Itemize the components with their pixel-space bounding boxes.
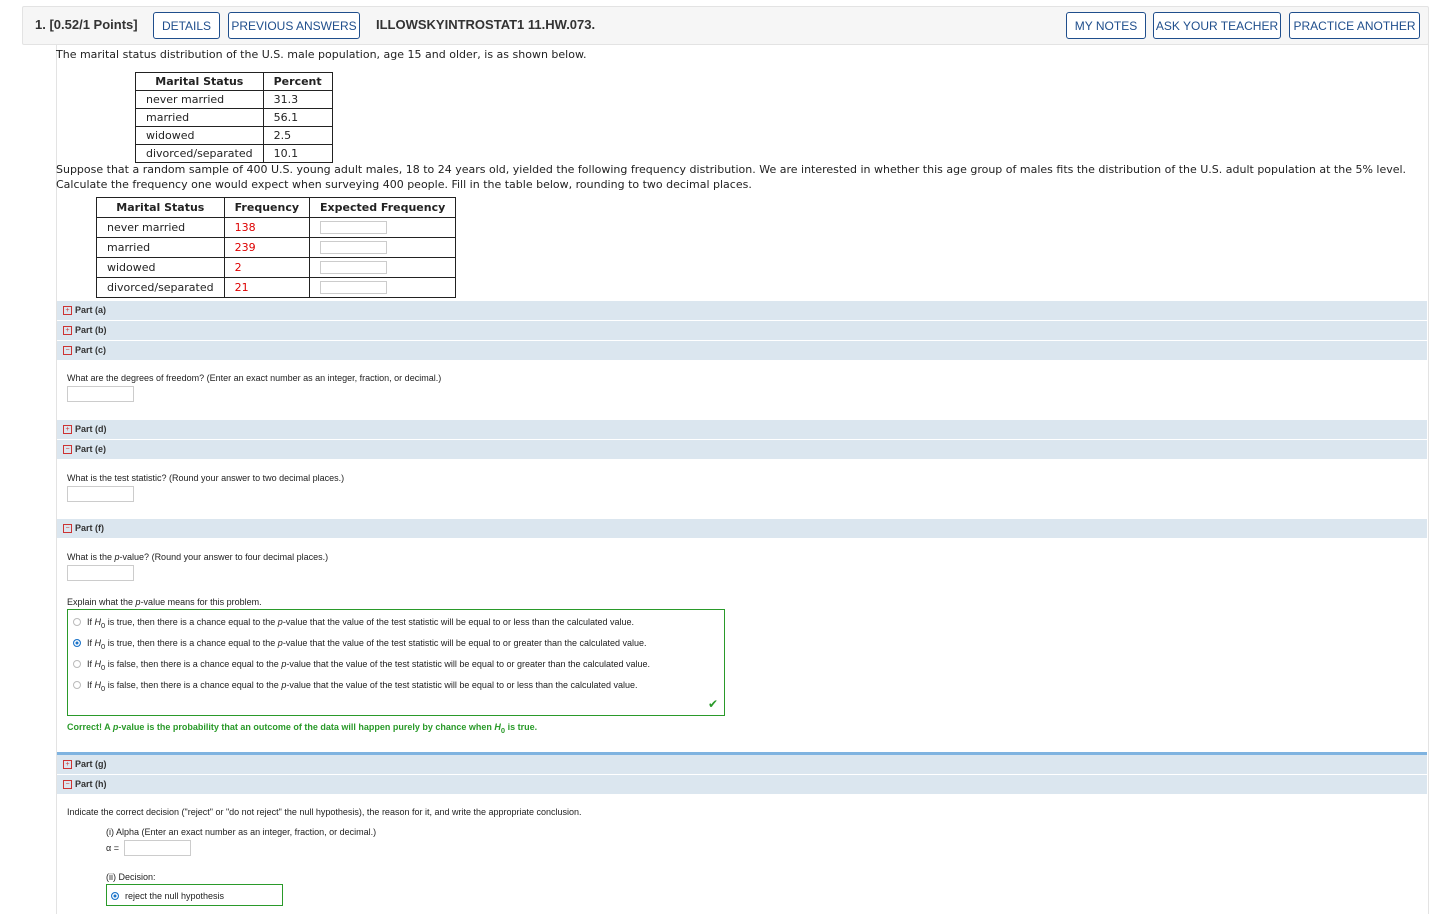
table-cell: 10.1: [262, 144, 333, 163]
part-label: Part (h): [75, 779, 107, 789]
table-cell: never married: [96, 217, 225, 238]
decision-choices: reject the null hypothesis: [106, 884, 283, 906]
intro-text: The marital status distribution of the U…: [56, 48, 587, 61]
radio-button[interactable]: [73, 617, 81, 626]
table-row: married 56.1: [135, 108, 333, 127]
expand-icon: +: [63, 425, 72, 434]
table-header: Marital Status: [96, 197, 225, 218]
expand-icon: +: [63, 306, 72, 315]
table-header: Expected Frequency: [309, 197, 457, 218]
frequency-table: Marital Status Frequency Expected Freque…: [96, 197, 457, 298]
table-row: married 239: [96, 237, 457, 258]
question-code: ILLOWSKYINTROSTAT1 11.HW.073.: [376, 17, 596, 32]
collapse-icon: −: [63, 780, 72, 789]
radio-button[interactable]: [73, 680, 81, 689]
part-label: Part (a): [75, 305, 107, 315]
table-row: never married 138: [96, 217, 457, 238]
part-b-toggle[interactable]: + Part (b): [57, 321, 1427, 341]
table-cell: 31.3: [262, 90, 333, 109]
correct-feedback: Correct! A p-value is the probability th…: [67, 722, 538, 735]
part-label: Part (f): [75, 523, 104, 533]
part-e-question: What is the test statistic? (Round your …: [67, 473, 345, 483]
expected-frequency-input[interactable]: [320, 281, 388, 295]
table-cell: never married: [135, 90, 264, 109]
choice-option[interactable]: If H0 is false, then there is a chance e…: [73, 680, 638, 693]
decision-label: (ii) Decision:: [106, 872, 156, 882]
part-label: Part (b): [75, 325, 107, 335]
radio-button[interactable]: [73, 659, 81, 668]
part-h-question: Indicate the correct decision ("reject" …: [67, 807, 582, 817]
my-notes-button[interactable]: MY NOTES: [1066, 12, 1146, 39]
alpha-symbol: α =: [106, 843, 119, 853]
table-cell: 2.5: [262, 126, 333, 145]
expand-icon: +: [63, 760, 72, 769]
part-label: Part (d): [75, 424, 107, 434]
part-e-toggle[interactable]: − Part (e): [57, 440, 1427, 460]
practice-another-button[interactable]: PRACTICE ANOTHER: [1289, 12, 1420, 39]
degrees-of-freedom-input[interactable]: [67, 386, 134, 402]
table-row: widowed 2: [96, 257, 457, 278]
population-distribution-table: Marital Status Percent never married 31.…: [135, 72, 333, 163]
checkmark-icon: ✔: [707, 697, 718, 711]
part-c-toggle[interactable]: − Part (c): [57, 341, 1427, 361]
details-button[interactable]: DETAILS: [153, 12, 220, 39]
table-row: divorced/separated 21: [96, 277, 457, 298]
expand-icon: +: [63, 326, 72, 335]
table-row: never married 31.3: [135, 90, 333, 109]
test-statistic-input[interactable]: [67, 486, 134, 502]
part-c-question: What are the degrees of freedom? (Enter …: [67, 373, 442, 383]
table-header: Marital Status: [135, 72, 264, 91]
frequency-value: 2: [223, 257, 311, 278]
p-value-explanation-choices: If H0 is true, then there is a chance eq…: [67, 609, 725, 716]
table-cell: widowed: [96, 257, 225, 278]
p-value-question: What is the p-value? (Round your answer …: [67, 552, 329, 562]
collapse-icon: −: [63, 445, 72, 454]
part-label: Part (e): [75, 444, 107, 454]
question-points: 1. [0.52/1 Points]: [35, 17, 138, 32]
frequency-value: 138: [223, 217, 311, 238]
table-cell: widowed: [135, 126, 264, 145]
radio-button-selected[interactable]: [111, 891, 119, 900]
alpha-input[interactable]: [124, 840, 191, 856]
table-cell: married: [135, 108, 264, 127]
p-value-explain-question: Explain what the p-value means for this …: [67, 597, 262, 607]
frequency-value: 239: [223, 237, 311, 258]
expected-frequency-input[interactable]: [320, 261, 388, 275]
table-cell: divorced/separated: [135, 144, 264, 163]
collapse-icon: −: [63, 346, 72, 355]
collapse-icon: −: [63, 524, 72, 533]
table-row: widowed 2.5: [135, 126, 333, 145]
table-header: Percent: [262, 72, 333, 91]
part-label: Part (c): [75, 345, 107, 355]
problem-text: Suppose that a random sample of 400 U.S.…: [56, 163, 1407, 191]
part-g-toggle[interactable]: + Part (g): [57, 755, 1427, 775]
choice-option[interactable]: If H0 is true, then there is a chance eq…: [73, 617, 634, 630]
expected-frequency-input[interactable]: [320, 241, 388, 255]
part-h-toggle[interactable]: − Part (h): [57, 775, 1427, 795]
table-cell: divorced/separated: [96, 277, 225, 298]
choice-option[interactable]: If H0 is false, then there is a chance e…: [73, 659, 650, 672]
part-f-toggle[interactable]: − Part (f): [57, 519, 1427, 539]
part-label: Part (g): [75, 759, 107, 769]
previous-answers-button[interactable]: PREVIOUS ANSWERS: [228, 12, 360, 39]
question-header: 1. [0.52/1 Points] DETAILS PREVIOUS ANSW…: [22, 6, 1429, 45]
table-header: Frequency: [223, 197, 311, 218]
ask-teacher-button[interactable]: ASK YOUR TEACHER: [1153, 12, 1281, 39]
p-value-input[interactable]: [67, 565, 134, 581]
frequency-value: 21: [223, 277, 311, 298]
part-a-toggle[interactable]: + Part (a): [57, 301, 1427, 321]
part-d-toggle[interactable]: + Part (d): [57, 420, 1427, 440]
choice-option-selected[interactable]: If H0 is true, then there is a chance eq…: [73, 638, 647, 651]
expected-frequency-input[interactable]: [320, 221, 388, 235]
table-row: divorced/separated 10.1: [135, 144, 333, 163]
alpha-label: (i) Alpha (Enter an exact number as an i…: [106, 827, 377, 837]
table-cell: married: [96, 237, 225, 258]
table-cell: 56.1: [262, 108, 333, 127]
radio-button-selected[interactable]: [73, 638, 81, 647]
